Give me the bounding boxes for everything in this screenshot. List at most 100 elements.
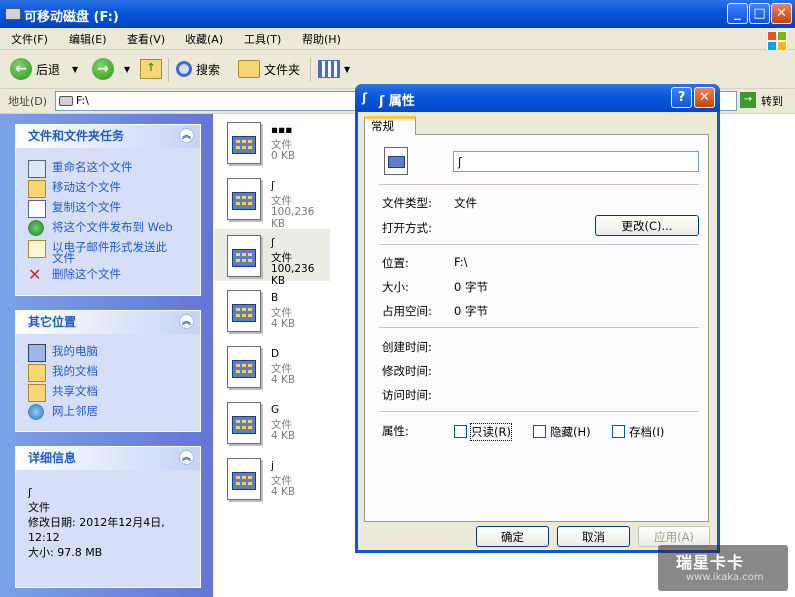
globe-icon [28,220,44,236]
file-name: ▪▪▪ [271,124,293,136]
my-documents-label: 我的文档 [52,364,98,378]
file-icon [223,346,261,392]
my-computer-label: 我的电脑 [52,344,98,358]
menu-file[interactable]: 文件(F) [11,31,48,47]
email-icon [28,240,46,258]
filename-input[interactable]: ʃ [453,151,699,172]
window-title-bar[interactable]: 可移动磁盘 (F:) _ □ ✕ [0,0,795,28]
collapse-chevron-icon[interactable]: ︽ [179,450,194,465]
window-title: 可移动磁盘 (F:) [24,10,119,25]
change-button[interactable]: 更改(C)... [595,215,699,236]
details-modified-time: 12:12 [28,531,60,544]
apply-button[interactable]: 应用(A) [638,526,710,547]
back-arrow-icon: ← [10,58,32,80]
menu-help[interactable]: 帮助(H) [302,31,341,47]
file-item[interactable]: D 文件 4 KB [215,340,330,392]
file-item-selected[interactable]: ʃ 文件 100,236 KB [215,229,330,287]
file-name: j [271,460,274,472]
hidden-check[interactable] [533,425,546,438]
archive-check[interactable] [612,425,625,438]
archive-label[interactable]: 存档(I) [629,424,664,440]
minimize-button[interactable]: _ [727,3,748,24]
tab-general[interactable]: 常规 [364,116,416,135]
watermark-logo: 瑞星卡卡 www.ikaka.com [658,545,788,591]
menu-bar: 文件(F) 编辑(E) 查看(V) 收藏(A) 工具(T) 帮助(H) [0,28,795,51]
move-task-label: 移动这个文件 [52,180,121,194]
views-dropdown-icon[interactable]: ▼ [344,65,350,74]
file-tasks-header[interactable]: 文件和文件夹任务 ︽ [16,125,200,148]
copy-task-label: 复制这个文件 [52,200,121,214]
filename-value: ʃ [458,155,462,169]
file-name: B [271,292,279,304]
file-item[interactable]: B 文件 4 KB [215,284,330,336]
collapse-chevron-icon[interactable]: ︽ [179,314,194,329]
other-places-header[interactable]: 其它位置 ︽ [16,311,200,334]
drive-icon [59,96,73,106]
file-item[interactable]: ʃ 文件 100,236 KB [215,172,330,230]
forward-arrow-icon: → [92,58,114,80]
shared-folder-icon [28,384,46,402]
documents-folder-icon [28,364,46,382]
help-button[interactable]: ? [671,87,692,108]
search-icon [176,61,192,77]
file-size: 100,236 KB [271,206,315,230]
up-folder-icon: ↑ [140,59,162,79]
ok-button[interactable]: 确定 [476,526,549,547]
details-modified: 修改日期: 2012年12月4日, [28,516,165,529]
hidden-label[interactable]: 隐藏(H) [550,424,591,440]
readonly-check[interactable] [454,425,467,438]
up-folder-button[interactable]: ↑ [140,56,162,82]
delete-task-label: 删除这个文件 [52,267,121,281]
copy-icon [28,200,46,218]
general-tab-panel: ʃ 文件类型: 文件 打开方式: 更改(C)... 位置: F:\ 大小: 0 … [364,134,709,522]
details-header[interactable]: 详细信息 ︽ [16,447,200,470]
views-button[interactable]: ▼ [318,56,350,82]
file-tasks-title: 文件和文件夹任务 [28,129,125,143]
dialog-body: 常规 ʃ 文件类型: 文件 打开方式: 更改(C)... 位置: F:\ 大小:… [358,112,717,550]
menu-favorites[interactable]: 收藏(A) [185,31,223,47]
folders-button[interactable]: 文件夹 [238,56,300,82]
file-name: D [271,348,280,360]
file-item[interactable]: j 文件 4 KB [215,452,330,504]
size-on-disk-value: 0 字节 [454,304,488,318]
menu-tools[interactable]: 工具(T) [244,31,281,47]
search-label: 搜索 [196,62,221,77]
toolbar-separator [168,58,169,82]
go-button[interactable]: 转到 [761,93,783,109]
location-value: F:\ [454,255,468,269]
file-icon [223,402,261,448]
accessed-label: 访问时间: [382,388,432,402]
dialog-title-bar[interactable]: ʃ ʃ 属性 ? ✕ [355,84,720,112]
attributes-label: 属性: [382,424,409,438]
file-item[interactable]: ▪▪▪ 文件 0 KB [215,116,330,168]
dialog-close-button[interactable]: ✕ [694,87,715,108]
task-pane: 文件和文件夹任务 ︽ 重命名这个文件 移动这个文件 复制这个文件 将这个文件发布… [0,114,213,597]
forward-button[interactable]: → ▼ [92,56,130,82]
search-button[interactable]: 搜索 [176,56,220,82]
file-icon [223,122,261,168]
file-small-icon: ʃ [362,91,367,105]
collapse-chevron-icon[interactable]: ︽ [179,128,194,143]
divider [379,327,699,328]
go-arrow-icon[interactable]: → [740,92,756,108]
address-value: F:\ [76,94,89,107]
watermark-brand: 瑞星卡卡 [676,553,745,572]
cancel-button[interactable]: 取消 [557,526,630,547]
network-places-label: 网上邻居 [52,404,98,418]
close-button[interactable]: ✕ [771,3,792,24]
maximize-button[interactable]: □ [749,3,770,24]
size-label: 大小: [382,280,409,294]
file-size: 4 KB [271,430,296,442]
forward-dropdown-icon[interactable]: ▼ [124,65,130,74]
back-dropdown-icon[interactable]: ▼ [72,65,78,74]
menu-view[interactable]: 查看(V) [127,31,165,47]
created-label: 创建时间: [382,340,432,354]
back-button[interactable]: ← 后退 ▼ [10,56,78,82]
file-item[interactable]: G 文件 4 KB [215,396,330,448]
rename-icon [28,160,46,178]
windows-logo-icon [767,31,787,51]
menu-edit[interactable]: 编辑(E) [69,31,107,47]
email-task-label-line2: 文件 [52,251,75,265]
readonly-label[interactable]: 只读(R) [470,423,512,441]
file-size: 4 KB [271,374,296,386]
